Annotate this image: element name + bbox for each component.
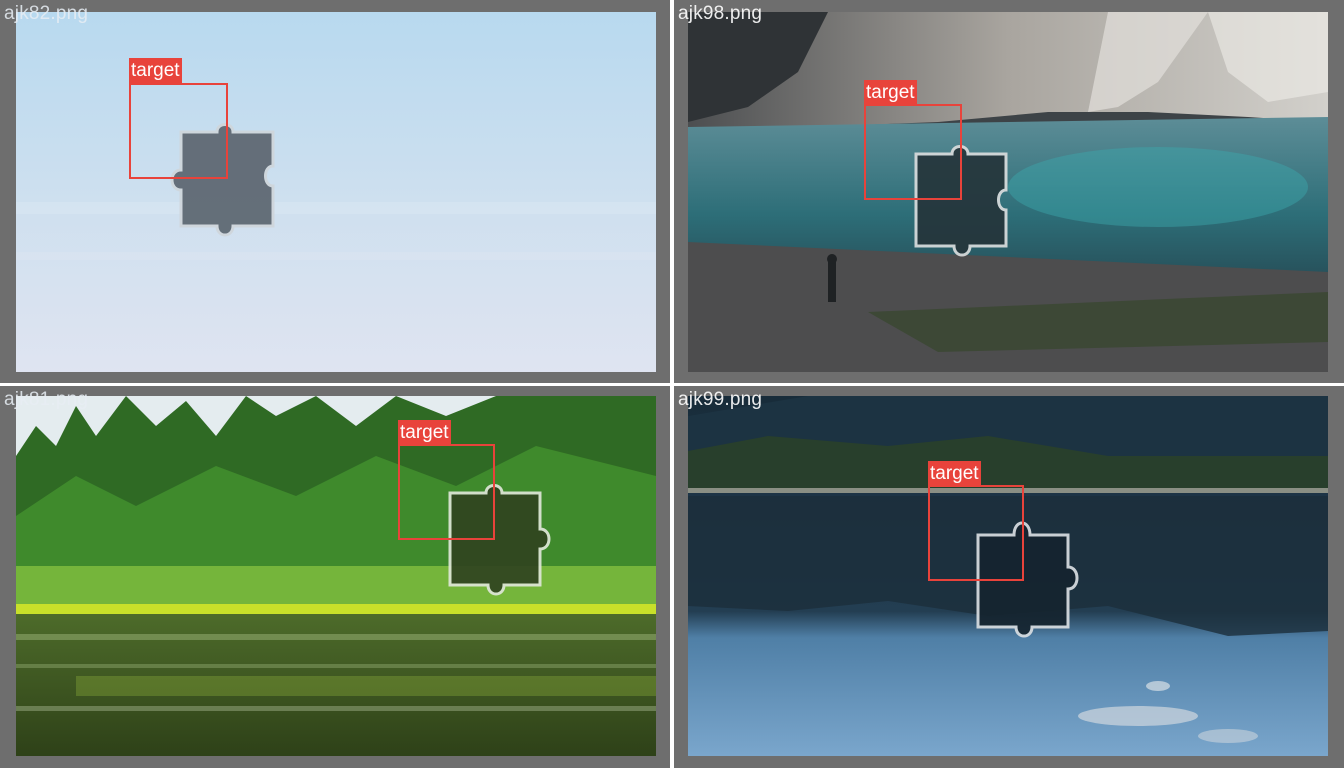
tile-image-forest-lake xyxy=(16,396,656,756)
target-label: target xyxy=(928,461,981,487)
filename-label: ajk99.png xyxy=(678,389,763,410)
image-tile-1: ajk82.png target xyxy=(0,0,670,383)
target-bounding-box xyxy=(928,485,1024,581)
filename-label: ajk98.png xyxy=(678,3,763,24)
target-bounding-box xyxy=(129,83,228,179)
filename-label: ajk81.png xyxy=(4,389,89,410)
image-tile-3: ajk81.png target xyxy=(0,386,670,768)
target-bounding-box xyxy=(398,444,495,540)
tile-image-sky xyxy=(16,12,656,372)
target-label: target xyxy=(398,420,451,446)
image-tile-4: ajk99.png target xyxy=(674,386,1344,768)
target-label: target xyxy=(129,58,182,84)
target-bounding-box xyxy=(864,104,962,200)
image-tile-2: ajk98.png target xyxy=(674,0,1344,383)
target-label: target xyxy=(864,80,917,106)
filename-label: ajk82.png xyxy=(4,3,89,24)
